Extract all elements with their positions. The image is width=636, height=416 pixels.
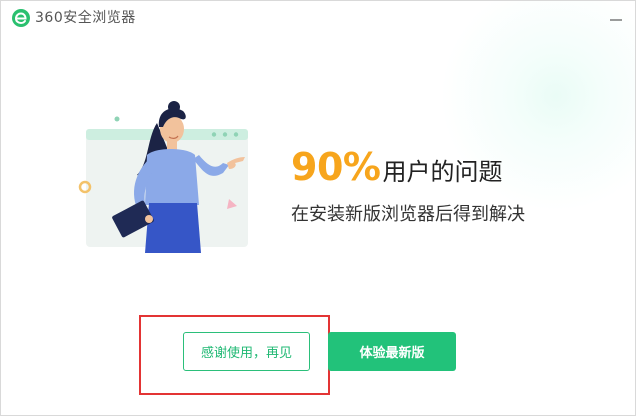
thanks-goodbye-button[interactable]: 感谢使用，再见 <box>183 332 310 371</box>
window-title: 360安全浏览器 <box>35 10 136 26</box>
headline: 90% 用户的问题 <box>291 145 502 189</box>
woman-presenting-illustration <box>78 101 248 253</box>
dialog-window: 360安全浏览器 90% 用户的问题 在安装新版浏览器后得到解决 感谢使用，再见… <box>0 0 636 416</box>
minimize-icon <box>610 19 622 21</box>
headline-text: 用户的问题 <box>382 158 503 186</box>
close-button[interactable] <box>603 7 629 33</box>
subline-text: 在安装新版浏览器后得到解决 <box>291 204 525 225</box>
title-bar: 360安全浏览器 <box>1 1 635 35</box>
try-latest-version-button[interactable]: 体验最新版 <box>328 332 456 371</box>
browser-logo-icon <box>12 9 30 27</box>
headline-percent: 90% <box>291 145 381 189</box>
